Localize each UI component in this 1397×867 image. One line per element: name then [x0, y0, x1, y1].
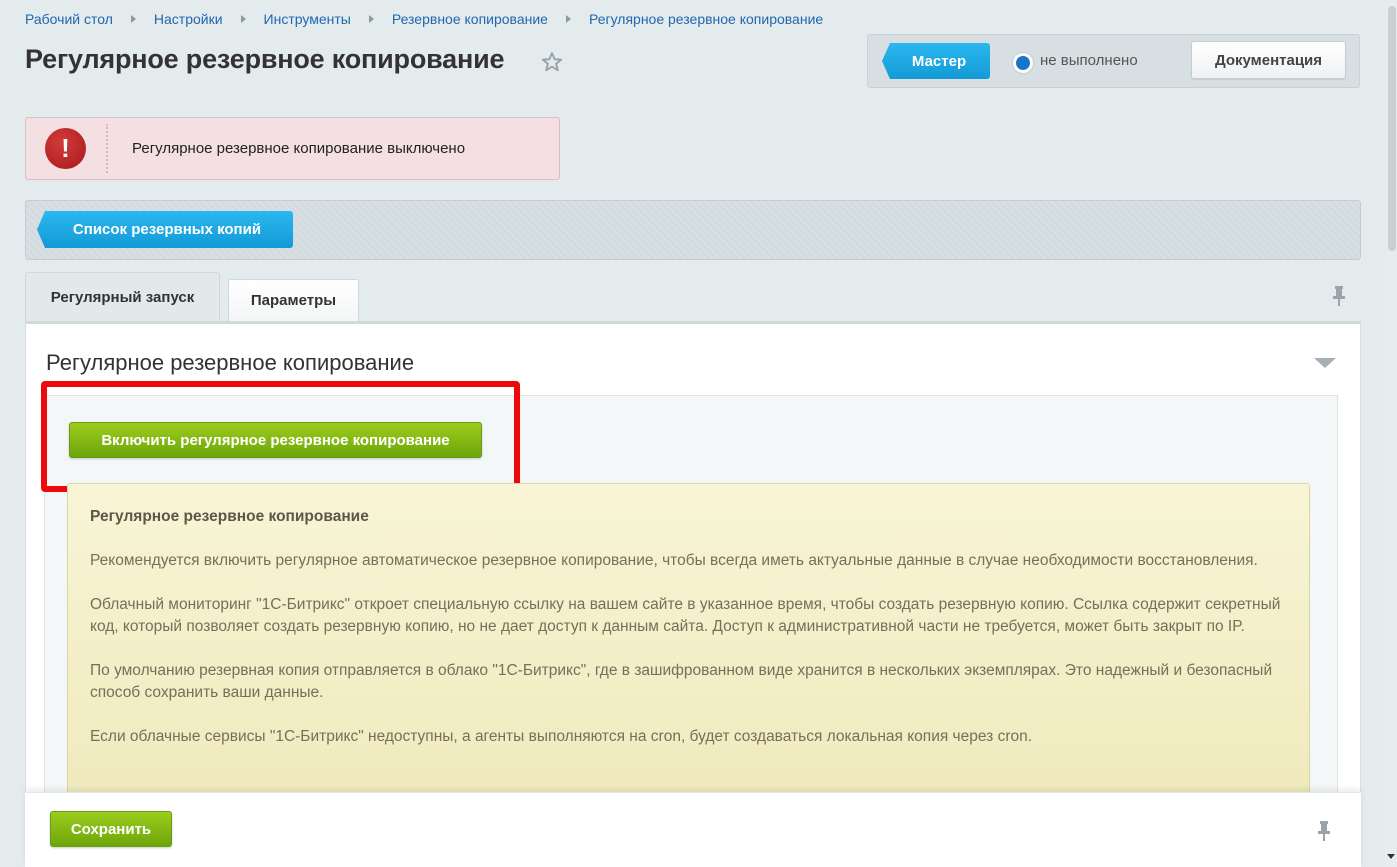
context-toolbar: Список резервных копий	[25, 200, 1361, 260]
info-paragraph: Рекомендуется включить регулярное автома…	[90, 552, 1258, 569]
info-paragraph: Облачный мониторинг "1С-Битрикс" откроет…	[90, 596, 1281, 635]
save-button[interactable]: Сохранить	[50, 811, 172, 847]
pin-icon[interactable]	[1316, 820, 1332, 842]
wizard-status-label: не выполнено	[1040, 52, 1138, 69]
form-footer: Сохранить	[25, 792, 1361, 867]
breadcrumb-arrow-icon	[368, 15, 374, 23]
collapse-chevron-icon[interactable]	[1314, 358, 1336, 368]
page-title: Регулярное резервное копирование	[25, 44, 505, 74]
scrollbar-thumb[interactable]	[1388, 6, 1396, 251]
scroll-down-arrow-icon[interactable]	[1387, 854, 1395, 859]
highlight-frame	[41, 381, 520, 492]
documentation-button[interactable]: Документация	[1191, 41, 1346, 79]
info-notice: Регулярное резервное копирование Рекомен…	[67, 483, 1310, 813]
pin-icon[interactable]	[1331, 285, 1347, 307]
alert-divider	[106, 124, 108, 173]
alert-exclamation-icon: !	[45, 128, 86, 169]
breadcrumb-tools[interactable]: Инструменты	[264, 11, 351, 27]
info-paragraph: По умолчанию резервная копия отправляетс…	[90, 662, 1273, 701]
star-icon[interactable]	[540, 50, 564, 74]
breadcrumb-settings[interactable]: Настройки	[154, 11, 223, 27]
page-scrollbar[interactable]	[1385, 0, 1397, 867]
tab-parameters[interactable]: Параметры	[228, 279, 359, 321]
info-heading: Регулярное резервное копирование	[90, 508, 369, 525]
backup-list-button[interactable]: Список резервных копий	[37, 211, 293, 248]
breadcrumb-regular-backup[interactable]: Регулярное резервное копирование	[589, 11, 823, 27]
breadcrumb-arrow-icon	[130, 15, 136, 23]
section-title: Регулярное резервное копирование	[46, 350, 415, 375]
wizard-panel: Мастер не выполнено Документация	[867, 34, 1360, 88]
breadcrumb: Рабочий стол Настройки Инструменты Резер…	[25, 11, 823, 27]
master-button[interactable]: Мастер	[882, 43, 990, 79]
alert-message: Регулярное резервное копирование выключе…	[132, 140, 466, 157]
tab-regular-run[interactable]: Регулярный запуск	[25, 272, 220, 322]
breadcrumb-backup[interactable]: Резервное копирование	[392, 11, 548, 27]
status-radio-icon	[1012, 52, 1034, 74]
info-paragraph: Если облачные сервисы "1С-Битрикс" недос…	[90, 728, 1033, 745]
breadcrumb-desktop[interactable]: Рабочий стол	[25, 11, 113, 27]
backup-disabled-alert: ! Регулярное резервное копирование выклю…	[25, 117, 560, 180]
breadcrumb-arrow-icon	[565, 15, 571, 23]
breadcrumb-arrow-icon	[240, 15, 246, 23]
